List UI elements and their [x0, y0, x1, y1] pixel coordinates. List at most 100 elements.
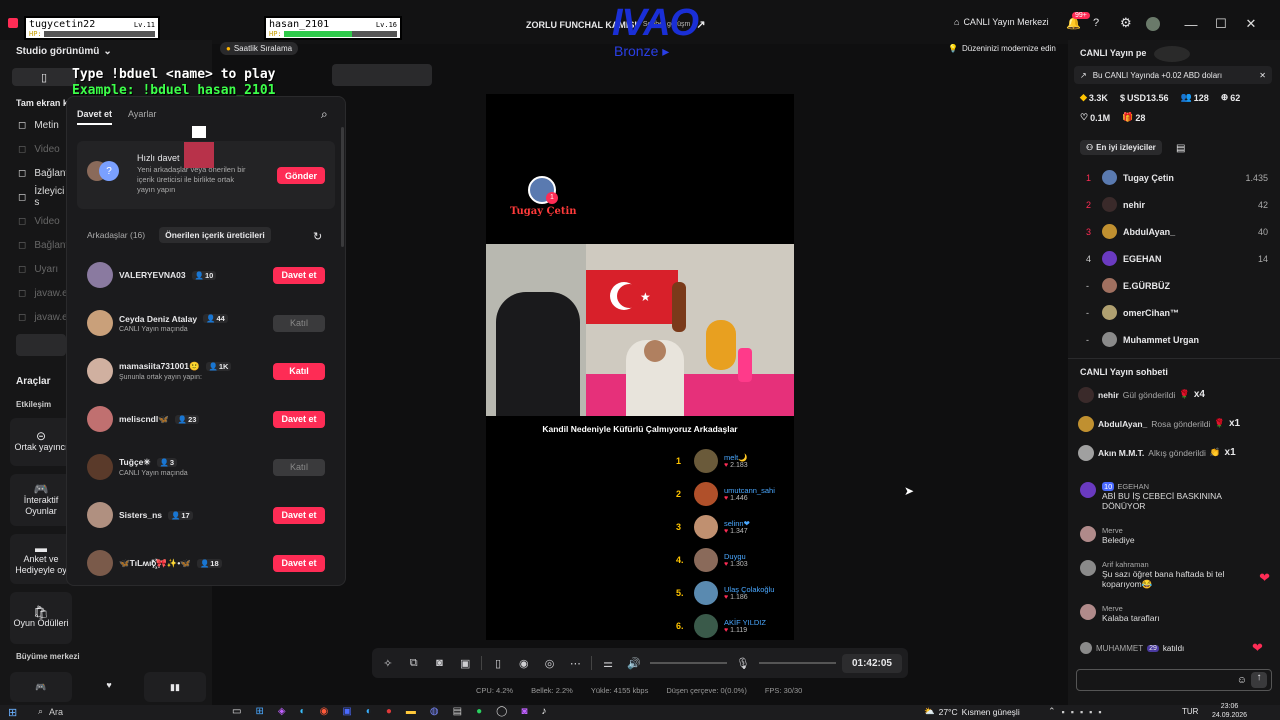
store-icon[interactable]: ⊞ — [255, 706, 263, 717]
source-item[interactable]: ◻ Video — [0, 137, 66, 161]
phone-icon[interactable]: ▯ — [488, 657, 508, 670]
viewer-row[interactable]: 3 AbdulAyan_ 40 — [1068, 218, 1280, 245]
app-icon[interactable]: ▤ — [453, 706, 462, 717]
tab-suggested[interactable]: Önerilen içerik üreticileri — [159, 227, 271, 243]
windows-start-icon[interactable]: ⊞ — [8, 706, 17, 719]
folder-icon[interactable]: ▬ — [406, 706, 416, 717]
language-indicator[interactable]: TUR — [1182, 707, 1198, 716]
viewer-row[interactable]: - Muhammet Urgan — [1068, 326, 1280, 353]
task-view-icon[interactable]: ▭ — [232, 706, 241, 717]
copilot-icon[interactable]: ◈ — [278, 706, 286, 717]
tab-invite[interactable]: Davet et — [77, 109, 113, 125]
join-button[interactable]: Katıl — [273, 314, 325, 332]
clock[interactable]: 23:06 24.09.2026 — [1212, 702, 1247, 720]
app-icon[interactable]: ◯ — [496, 706, 507, 717]
spotify-icon[interactable]: ● — [476, 706, 482, 717]
join-button[interactable]: Katıl — [273, 458, 325, 476]
mic-slider[interactable] — [758, 662, 836, 664]
source-item[interactable]: ◻ Bağlantı — [0, 233, 71, 257]
chat-input[interactable]: ☺ ↑ — [1076, 669, 1272, 691]
sliders-icon[interactable]: ⚌ — [598, 657, 618, 670]
growth-tool-1[interactable]: 🎮 — [10, 672, 72, 702]
viewer-row[interactable]: 1 Tugay Çetin 1.435 — [1068, 164, 1280, 191]
broadcast-icon[interactable]: ◎ — [540, 657, 560, 670]
source-item[interactable]: ◻ javaw.e — [0, 281, 68, 305]
studio-view-dropdown[interactable]: Studio görünümü ⌄ — [16, 46, 112, 57]
emoji-icon[interactable]: ☺ — [1237, 675, 1247, 686]
hourly-ranking-pill[interactable]: ● Saatlik Sıralama — [220, 42, 299, 55]
edge-icon[interactable]: ◐ — [300, 706, 306, 717]
record-icon[interactable]: ◉ — [514, 657, 534, 670]
send-button[interactable]: Gönder — [277, 167, 325, 184]
app-icon[interactable]: ◙ — [521, 706, 527, 717]
edge-icon[interactable]: ◐ — [366, 706, 372, 717]
viewer-row[interactable]: - omerCihan™ — [1068, 299, 1280, 326]
tab-friends[interactable]: Arkadaşlar (16) — [81, 227, 151, 243]
more-icon[interactable]: ⋯ — [565, 657, 585, 670]
live-center-link[interactable]: ⌂ CANLI Yayın Merkezi — [954, 17, 1049, 27]
tray-icon[interactable]: ▪ — [1071, 707, 1074, 717]
linked-stream-chip[interactable] — [332, 64, 432, 86]
refresh-icon[interactable]: ↻ — [313, 230, 322, 243]
viewer-row[interactable]: 2 nehir 42 — [1068, 191, 1280, 218]
invite-button[interactable]: Davet et — [273, 410, 325, 428]
cohost-tool[interactable]: ⊝ Ortak yayıncı — [10, 418, 72, 466]
tab-settings[interactable]: Ayarlar — [128, 109, 156, 125]
heart-icon[interactable]: ❤ — [1252, 640, 1263, 656]
scrollbar[interactable] — [341, 127, 344, 247]
close-icon[interactable]: ✕ — [1259, 71, 1266, 80]
viewer-rank: 4 — [1086, 253, 1092, 264]
source-item[interactable]: ◻ Metin — [0, 113, 66, 137]
list-icon[interactable]: ▤ — [1176, 143, 1185, 154]
stream-preview: 1 Tugay Çetin ★ Kandil Nedeniyle Küfürlü… — [486, 94, 794, 640]
magic-wand-icon[interactable]: ✧ — [378, 657, 398, 670]
game-rewards-tool[interactable]: 🛍 Oyun Ödülleri — [10, 592, 72, 644]
gear-icon[interactable]: ⚙ — [1120, 15, 1132, 31]
help-icon[interactable]: ? — [1093, 17, 1099, 29]
volume-slider[interactable] — [649, 662, 727, 664]
taskbar-search[interactable]: ⌕ Ara — [38, 706, 63, 717]
search-icon[interactable]: ⌕ — [321, 107, 328, 122]
viewer-row[interactable]: - E.GÜRBÜZ — [1068, 272, 1280, 299]
layers-icon[interactable]: ⧉ — [404, 657, 424, 670]
browser-icon[interactable]: ◉ — [320, 706, 329, 717]
minimize-icon[interactable]: — — [1176, 12, 1206, 36]
source-item[interactable]: ◻ İzleyici s — [0, 185, 66, 209]
app-icon[interactable]: ▣ — [342, 706, 351, 717]
source-item[interactable]: ◻ Uyarı — [0, 257, 66, 281]
growth-tool-3[interactable]: ▮▮ — [144, 672, 206, 702]
invite-button[interactable]: Katıl — [273, 362, 325, 380]
weather-widget[interactable]: ⛅ 27°C Kısmen güneşli — [924, 706, 1020, 717]
maximize-icon[interactable]: ☐ — [1206, 12, 1236, 36]
add-source-button[interactable] — [16, 334, 66, 356]
profile-avatar[interactable] — [1146, 17, 1160, 31]
source-item[interactable]: ◻ Bağlantı — [0, 161, 71, 185]
tray-icon[interactable]: ▪ — [1080, 707, 1083, 717]
chevron-up-icon[interactable]: ⌃ — [1048, 706, 1056, 717]
discord-icon[interactable]: ◍ — [430, 706, 439, 717]
invite-button[interactable]: Davet et — [273, 506, 325, 524]
camera-icon[interactable]: ◙ — [430, 657, 450, 669]
tray-icon[interactable]: ▪ — [1089, 707, 1092, 717]
tiktok-icon[interactable]: ♪ — [541, 706, 546, 717]
top-viewers-tab[interactable]: ⚇ En iyi izleyiciler — [1080, 140, 1162, 155]
send-icon[interactable]: ↑ — [1251, 672, 1267, 688]
volume-icon[interactable]: 🔊 — [624, 657, 644, 670]
app-icon[interactable]: ● — [386, 706, 392, 717]
heart-icon[interactable]: ❤ — [1259, 570, 1270, 586]
modernize-banner[interactable]: 💡 Düzeninizi modernize edin — [948, 44, 1056, 53]
tray-icon[interactable]: ▪ — [1098, 707, 1101, 717]
invite-button[interactable]: Davet et — [273, 266, 325, 284]
screen-icon[interactable]: ▣ — [455, 657, 475, 670]
tray-icon[interactable]: ▪ — [1062, 707, 1065, 717]
growth-tool-2[interactable]: ♥ — [78, 668, 140, 702]
close-icon[interactable]: ✕ — [1236, 12, 1266, 36]
microphone-icon[interactable]: 🎙 — [733, 657, 753, 670]
viewer-row[interactable]: 4 EGEHAN 14 — [1068, 245, 1280, 272]
source-item[interactable]: ◻ Video — [0, 209, 66, 233]
invite-button[interactable]: Davet et — [273, 554, 325, 572]
interactive-games-tool[interactable]: 🎮 İnteraktif Oyunlar — [10, 474, 72, 526]
portrait-mode-button[interactable]: ▯ — [12, 68, 76, 86]
source-item[interactable]: ◻ javaw.e — [0, 305, 68, 329]
poll-tool[interactable]: ▬ Anket ve Hediyeyle oy — [10, 534, 72, 584]
